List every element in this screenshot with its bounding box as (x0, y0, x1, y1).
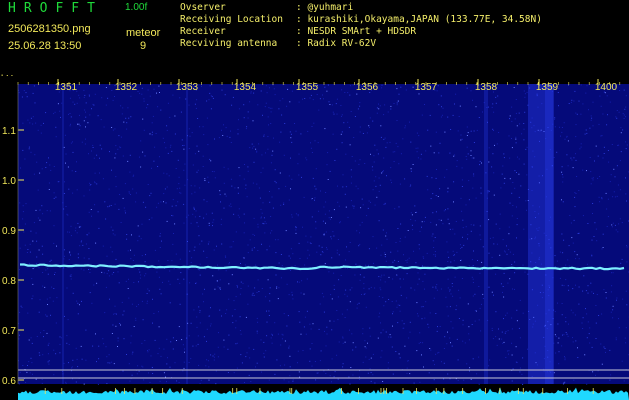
freq-label: 1.0 (2, 176, 16, 187)
station-info: Ovserver : @yuhmari Receiving Location :… (180, 2, 542, 50)
info-key: Receiver (180, 26, 226, 37)
info-key: Ovserver (180, 2, 226, 13)
spectrogram-plot: 1351 1352 1353 1354 1355 1356 1357 1358 1359 1400… (0, 76, 629, 400)
info-value: : @yuhmari (296, 2, 354, 13)
time-label: 1358 (475, 82, 498, 93)
info-value: : kurashiki,Okayama,JAPAN (133.77E, 34.5… (296, 14, 542, 25)
freq-label: 0.9 (2, 226, 16, 237)
info-row-receiver: Receiver : NESDR SMArt + HDSDR (180, 26, 416, 38)
time-label: 1400 (595, 82, 618, 93)
info-value: : Radix RV-62V (296, 38, 377, 49)
hrofft-window: HROFFT 1.00f 2506281350.png 25.06.28 13:… (0, 0, 629, 400)
info-row-antenna: Recviving antenna : Radix RV-62V (180, 38, 376, 50)
freq-label: 0.6 (2, 376, 16, 387)
freq-label: 0.7 (2, 326, 16, 337)
time-label: 1351 (55, 82, 78, 93)
time-label: 1352 (115, 82, 138, 93)
time-label: 1355 (296, 82, 319, 93)
app-version: 1.00f (125, 2, 148, 13)
time-label: 1354 (234, 82, 257, 93)
file-name: 2506281350.png (8, 23, 91, 35)
freq-label: 0.8 (2, 276, 16, 287)
info-value: : NESDR SMArt + HDSDR (296, 26, 417, 37)
mode-label: meteor (126, 27, 161, 39)
app-title: HROFFT (8, 1, 103, 16)
info-row-location: Receiving Location : kurashiki,Okayama,J… (180, 14, 542, 26)
capture-datetime: 25.06.28 13:50 (8, 40, 82, 52)
time-label: 1359 (536, 82, 559, 93)
info-key: Receiving Location (180, 14, 283, 25)
info-key: Recviving antenna (180, 38, 278, 49)
info-row-observer: Ovserver : @yuhmari (180, 2, 353, 14)
time-label: 1353 (176, 82, 199, 93)
freq-label: 1.1 (2, 126, 16, 137)
header-panel: HROFFT 1.00f 2506281350.png 25.06.28 13:… (0, 0, 629, 73)
meteor-count: 9 (140, 40, 147, 52)
